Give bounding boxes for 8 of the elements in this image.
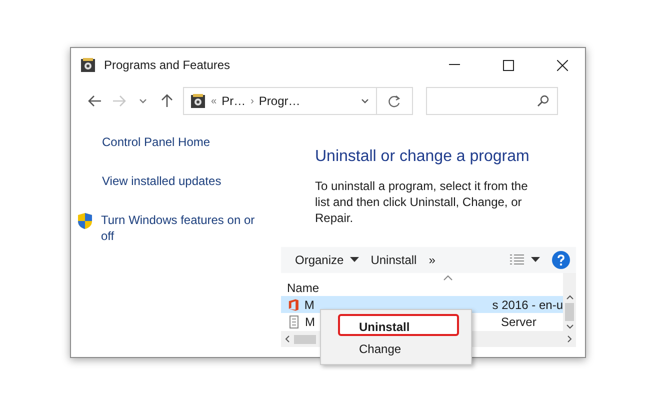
program-name: M bbox=[304, 298, 314, 312]
instructions-text: To uninstall a program, select it from the list and then click Uninstall, Change, or Repair. bbox=[315, 178, 529, 226]
breadcrumb-separator: › bbox=[250, 96, 254, 106]
program-name: M bbox=[305, 314, 315, 328]
page-heading: Uninstall or change a program bbox=[315, 147, 530, 167]
window-title: Programs and Features bbox=[104, 58, 232, 72]
program-name: s 2016 - en-u bbox=[492, 298, 563, 312]
program-name: Server bbox=[501, 314, 536, 328]
